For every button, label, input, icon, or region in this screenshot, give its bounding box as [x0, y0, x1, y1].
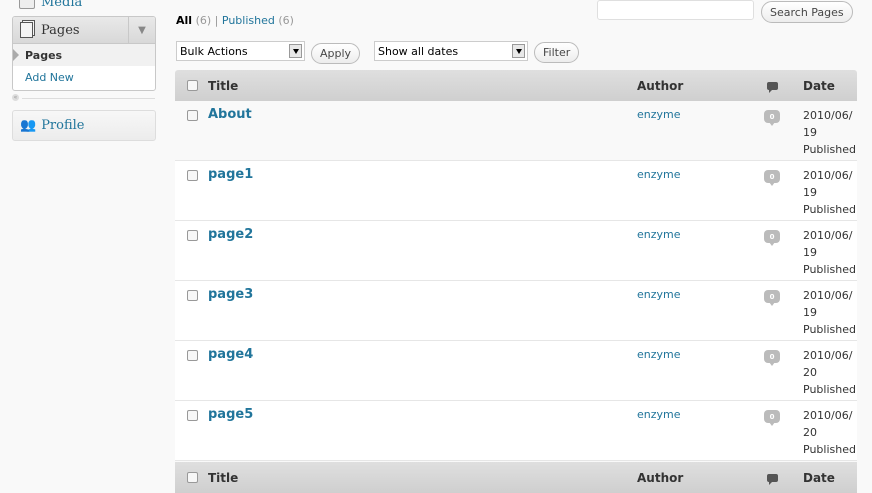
- status-filter-links: All (6) | Published (6): [176, 14, 294, 27]
- date-filter-value: Show all dates: [378, 44, 459, 58]
- column-title-footer[interactable]: Title: [208, 471, 637, 485]
- column-author: Author: [637, 78, 684, 93]
- filter-separator: |: [214, 14, 219, 27]
- author-link[interactable]: enzyme: [637, 221, 753, 241]
- sidebar-item-pages-label: Pages: [41, 22, 80, 38]
- date-cell: 2010/06/ 20 Published: [803, 409, 856, 456]
- comment-count-badge[interactable]: 0: [764, 110, 780, 126]
- pages-icon: [20, 22, 33, 38]
- sidebar-item-profile[interactable]: 👥 Profile: [12, 110, 156, 141]
- column-author-footer: Author: [637, 470, 684, 485]
- comment-count-badge[interactable]: 0: [764, 230, 780, 246]
- filter-published[interactable]: Published: [222, 14, 275, 27]
- author-link[interactable]: enzyme: [637, 401, 753, 421]
- author-link[interactable]: enzyme: [637, 101, 753, 121]
- menu-toggle-icon[interactable]: ▼: [128, 17, 155, 43]
- comments-icon[interactable]: [766, 473, 778, 485]
- submenu-add-new[interactable]: Add New: [13, 66, 155, 88]
- collapse-icon[interactable]: «: [12, 94, 19, 101]
- apply-button[interactable]: Apply: [311, 43, 361, 64]
- sidebar-pages-menu: Pages ▼ Pages Add New: [12, 16, 156, 91]
- filter-all[interactable]: All: [176, 14, 192, 27]
- comment-count-badge[interactable]: 0: [764, 410, 780, 426]
- row-checkbox[interactable]: [187, 290, 198, 301]
- author-link[interactable]: enzyme: [637, 281, 753, 301]
- comments-icon[interactable]: [766, 81, 778, 93]
- page-title-link[interactable]: page5: [208, 401, 637, 422]
- row-checkbox[interactable]: [187, 230, 198, 241]
- sidebar-item-pages[interactable]: Pages ▼: [13, 17, 155, 44]
- comment-count-badge[interactable]: 0: [764, 170, 780, 186]
- profile-icon: 👥: [20, 118, 37, 133]
- chevron-down-icon: [512, 44, 525, 58]
- page-title-link[interactable]: About: [208, 101, 637, 122]
- date-cell: 2010/06/ 19 Published: [803, 169, 856, 216]
- date-cell: 2010/06/ 20 Published: [803, 349, 856, 396]
- search-input[interactable]: [597, 0, 754, 20]
- column-title[interactable]: Title: [208, 79, 637, 93]
- comment-count-badge[interactable]: 0: [764, 350, 780, 366]
- bulk-actions-select[interactable]: Bulk Actions: [176, 41, 305, 61]
- sidebar-item-media-label: Media: [41, 0, 83, 10]
- table-row: About enzyme 0 2010/06/ 19 Published: [175, 101, 857, 161]
- chevron-down-icon: [289, 44, 302, 58]
- filter-all-count: (6): [195, 14, 212, 27]
- date-cell: 2010/06/ 19 Published: [803, 109, 856, 156]
- table-header: Title Author Date: [175, 70, 857, 101]
- sidebar-item-media[interactable]: Media: [12, 0, 155, 12]
- page-title-link[interactable]: page4: [208, 341, 637, 362]
- pages-table: Title Author Date About enzyme 0 2010/06/ 1…: [175, 70, 857, 461]
- date-cell: 2010/06/ 19 Published: [803, 229, 856, 276]
- row-checkbox[interactable]: [187, 110, 198, 121]
- table-row: page4 enzyme 0 2010/06/ 20 Published: [175, 341, 857, 401]
- comment-count-badge[interactable]: 0: [764, 290, 780, 306]
- select-all-checkbox-footer[interactable]: [187, 472, 198, 483]
- filter-published-count: (6): [278, 14, 294, 27]
- row-checkbox[interactable]: [187, 410, 198, 421]
- column-date-footer[interactable]: Date: [791, 471, 857, 485]
- bulk-actions-value: Bulk Actions: [180, 44, 248, 58]
- sidebar-item-profile-label: Profile: [41, 118, 85, 133]
- page-title-link[interactable]: page1: [208, 161, 637, 182]
- date-cell: 2010/06/ 19 Published: [803, 289, 856, 336]
- author-link[interactable]: enzyme: [637, 161, 753, 181]
- table-row: page5 enzyme 0 2010/06/ 20 Published: [175, 401, 857, 461]
- filter-button[interactable]: Filter: [534, 42, 580, 63]
- row-checkbox[interactable]: [187, 350, 198, 361]
- table-row: page3 enzyme 0 2010/06/ 19 Published: [175, 281, 857, 341]
- divider: [22, 98, 155, 99]
- submenu-pages[interactable]: Pages: [13, 44, 155, 66]
- table-footer: Title Author Date: [175, 462, 857, 493]
- select-all-checkbox[interactable]: [187, 80, 198, 91]
- author-link[interactable]: enzyme: [637, 341, 753, 361]
- table-row: page2 enzyme 0 2010/06/ 19 Published: [175, 221, 857, 281]
- page-title-link[interactable]: page2: [208, 221, 637, 242]
- column-date[interactable]: Date: [791, 79, 857, 93]
- date-filter-select[interactable]: Show all dates: [374, 41, 528, 61]
- search-pages-button[interactable]: Search Pages: [761, 1, 853, 23]
- row-checkbox[interactable]: [187, 170, 198, 181]
- table-row: page1 enzyme 0 2010/06/ 19 Published: [175, 161, 857, 221]
- menu-collapse[interactable]: «: [12, 94, 155, 104]
- media-icon: [19, 0, 35, 9]
- page-title-link[interactable]: page3: [208, 281, 637, 302]
